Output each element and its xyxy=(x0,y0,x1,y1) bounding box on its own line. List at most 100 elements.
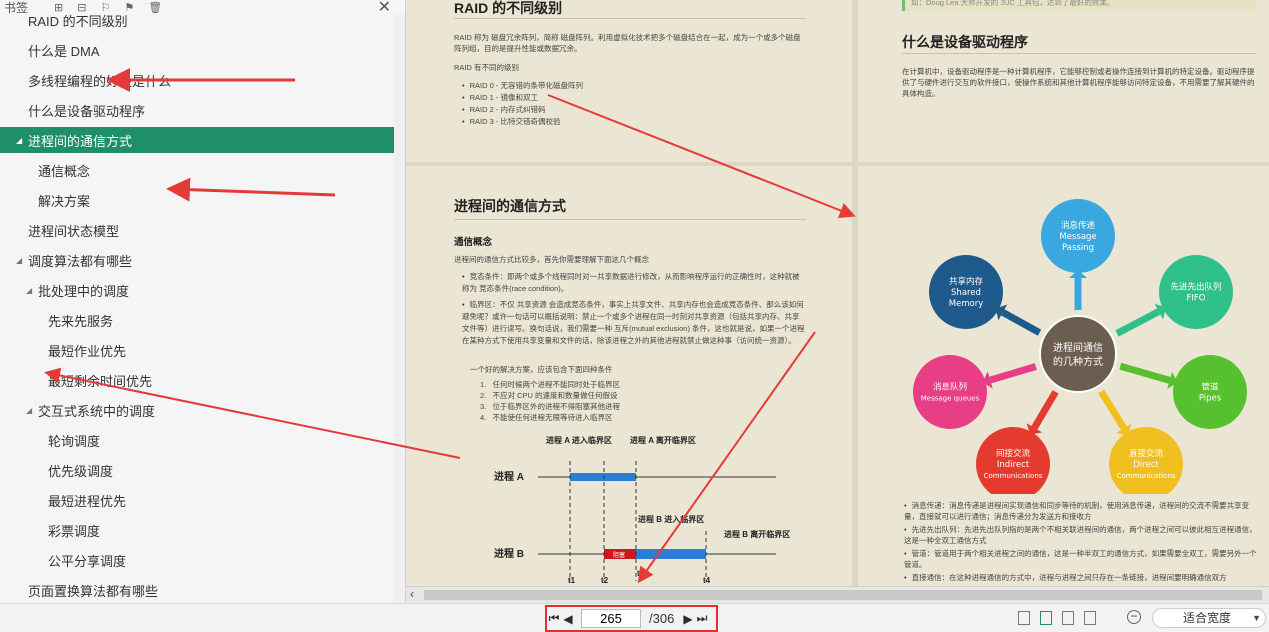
continuous-icon[interactable] xyxy=(1062,611,1074,625)
bookmark-flag-icon[interactable]: ⚐ xyxy=(100,1,110,14)
sidebar-item[interactable]: 最短剩余时间优先 xyxy=(0,367,394,393)
diagram-node-label: Direct xyxy=(1133,460,1159,470)
sidebar-item[interactable]: 进程间状态模型 xyxy=(0,217,394,243)
book-mode-icon[interactable] xyxy=(1084,611,1096,625)
sidebar-item-label: 轮询调度 xyxy=(48,433,101,449)
bookmark-edit-icon[interactable]: ⚑ xyxy=(124,1,134,14)
diagram-node-label: 管道 xyxy=(1201,382,1219,393)
sidebar-item[interactable]: 先来先服务 xyxy=(0,307,394,333)
condition-3: 位于临界区外的进程不得阻塞其他进程 xyxy=(492,402,621,411)
diagram-node-label: 共享内存 xyxy=(949,276,984,287)
raid-levels-caption: RAID 有不同的级别 xyxy=(454,63,520,72)
diagram-arrow xyxy=(989,363,1037,384)
diagram-node-label: 消息传递 xyxy=(1061,220,1096,231)
sidebar-item[interactable]: 什么是 DMA xyxy=(0,37,394,63)
sidebar-item-label: 什么是设备驱动程序 xyxy=(28,103,146,119)
page-number-input[interactable] xyxy=(581,609,641,628)
condition-1: 任何时候两个进程不能同时处于临界区 xyxy=(492,380,621,389)
scroll-left-icon[interactable]: ‹ xyxy=(410,587,414,601)
diagram-arrow xyxy=(1001,309,1042,336)
document-view[interactable]: RAID 的不同级别 RAID 称为 磁盘冗余阵列，简称 磁盘阵列。利用虚拟化技… xyxy=(406,0,1269,586)
ipc-intro: 进程间的通信方式比较多，首先你需要理解下面这几个概念 xyxy=(454,255,649,264)
pdf-reader-app: RAID 的不同级别 什么是 DMA 多线程编程的好处是什么 什么是设备驱动程序 ◢ 进程… xyxy=(0,0,1269,632)
dual-page-icon[interactable] xyxy=(1040,611,1052,625)
conditions-list: 1. 任何时候两个进程不能同时处于临界区 2. 不应对 CPU 的速度和数量做任… xyxy=(480,380,621,422)
sidebar-item[interactable]: 解决方案 xyxy=(0,187,394,213)
sidebar-item-label: 公平分享调度 xyxy=(48,553,127,569)
sidebar-item[interactable]: 多线程编程的好处是什么 xyxy=(0,67,394,93)
diagram-node-label: 先进先出队列 xyxy=(1170,282,1221,293)
prev-page-icon[interactable]: ◀ xyxy=(561,612,575,626)
sidebar-item-label: 先来先服务 xyxy=(48,313,114,329)
horizontal-scrollbar[interactable]: ‹ xyxy=(406,586,1269,603)
sidebar-item[interactable]: ◢ 进程间的通信方式 xyxy=(0,127,394,153)
page-ipc: 进程间的通信方式 通信概念 进程间的通信方式比较多，首先你需要理解下面这几个概念… xyxy=(406,166,852,586)
sidebar-item[interactable]: 通信概念 xyxy=(0,157,394,183)
scroll-thumb[interactable] xyxy=(424,590,1262,600)
blocked-label: 阻塞 xyxy=(613,551,625,559)
sidebar-item-label: 最短剩余时间优先 xyxy=(48,373,153,389)
b-leave-label: 进程 B 离开临界区 xyxy=(724,529,790,539)
ipc-title: 进程间的通信方式 xyxy=(454,198,566,214)
sidebar-item-label: 批处理中的调度 xyxy=(38,283,130,299)
sidebar-item[interactable]: 优先级调度 xyxy=(0,457,394,483)
list-item: 消息传递：消息传递是进程间实现通信和同步等待的机制，使用消息传递，进程间的交流不… xyxy=(904,500,1260,522)
last-page-icon[interactable]: ⏭ xyxy=(695,611,709,626)
a-leave-label: 进程 A 离开临界区 xyxy=(630,435,696,445)
next-page-icon[interactable]: ▶ xyxy=(681,612,695,626)
sidebar-item[interactable]: 页面置换算法都有哪些 xyxy=(0,577,394,603)
sidebar-item-label: 解决方案 xyxy=(38,193,91,209)
add-bookmark-icon[interactable]: ⊞ xyxy=(54,1,63,14)
sidebar-item[interactable]: 最短作业优先 xyxy=(0,337,394,363)
sidebar-item[interactable]: ◢ 调度算法都有哪些 xyxy=(0,247,394,273)
sidebar-item-label: 交互式系统中的调度 xyxy=(38,403,156,419)
tick-t2: t2 xyxy=(601,576,609,585)
page-raid: RAID 的不同级别 RAID 称为 磁盘冗余阵列，简称 磁盘阵列。利用虚拟化技… xyxy=(406,0,852,162)
collapse-icon[interactable]: ⊟ xyxy=(77,1,86,14)
list-item: RAID 1 - 镜像和双工 xyxy=(462,92,583,104)
sidebar-item-label: 调度算法都有哪些 xyxy=(28,253,133,269)
first-page-icon[interactable]: ⏮ xyxy=(547,611,561,626)
sidebar-item[interactable]: 公平分享调度 xyxy=(0,547,394,573)
sidebar-item[interactable]: ◢ 交互式系统中的调度 xyxy=(0,397,394,423)
sidebar-item[interactable]: 彩票调度 xyxy=(0,517,394,543)
page-diagram: 消息传递 Message Passing 先进先出队列 FIFO 管道 Pipes 直接交流 D… xyxy=(858,166,1269,586)
sidebar-item[interactable]: 轮询调度 xyxy=(0,427,394,453)
bookmark-header: 书签 ⊞ ⊟ ⚐ ⚑ 🗑 ✕ xyxy=(0,0,405,17)
sidebar-item[interactable]: 最短进程优先 xyxy=(0,487,394,513)
zoom-out-icon[interactable]: − xyxy=(1127,610,1141,624)
diagram-node-label: Pipes xyxy=(1199,394,1222,404)
diagram-center-label: 的几种方式 xyxy=(1053,355,1103,368)
delete-icon[interactable]: 🗑 xyxy=(148,1,162,14)
expand-triangle-icon[interactable]: ◢ xyxy=(26,406,38,415)
chevron-down-icon: ▼ xyxy=(1252,613,1261,623)
diagram-node-label: 消息队列 xyxy=(933,382,967,393)
sidebar-item-label: 多线程编程的好处是什么 xyxy=(28,73,172,89)
single-page-icon[interactable] xyxy=(1018,611,1030,625)
sidebar-item[interactable]: 什么是设备驱动程序 xyxy=(0,97,394,123)
critical-section-timeline: 进程 A 进入临界区 进程 A 离开临界区 进程 A 进程 B 进入临界区 进程… xyxy=(494,435,790,585)
list-item: RAID 2 - 内存式纠错码 xyxy=(462,104,583,116)
ipc-concepts: 竞态条件：即两个或多个线程同时对一共享数据进行修改，从而影响程序运行的正确性时，… xyxy=(462,271,806,347)
expand-triangle-icon[interactable]: ◢ xyxy=(16,136,28,145)
expand-triangle-icon[interactable]: ◢ xyxy=(26,286,38,295)
sidebar-item-label: 页面置换算法都有哪些 xyxy=(28,583,159,599)
diagram-node-label: 间接交流 xyxy=(996,448,1031,459)
sidebar-scrollbar[interactable] xyxy=(394,14,405,603)
process-a-label: 进程 A xyxy=(494,470,524,483)
diagram-arrow xyxy=(1115,308,1161,337)
bookmark-title: 书签 xyxy=(4,0,29,15)
sidebar-item-label: 通信概念 xyxy=(38,163,91,179)
ipc-methods-diagram: 消息传递MessagePassing 先进先出队列FIFO 管道Pipes 直接交流D… xyxy=(913,199,1247,494)
expand-triangle-icon[interactable]: ◢ xyxy=(16,256,28,265)
condition-4: 不能使任何进程无限等待进入临界区 xyxy=(492,413,613,422)
condition-2: 不应对 CPU 的速度和数量做任何假设 xyxy=(492,391,618,400)
diagram-node-label: Message queues xyxy=(921,395,980,403)
list-item: 竞态条件：即两个或多个线程同时对一共享数据进行修改，从而影响程序运行的正确性时，… xyxy=(462,271,806,295)
zoom-select[interactable]: 适合宽度 ▼ xyxy=(1152,608,1266,628)
diagram-node-label: FIFO xyxy=(1187,294,1206,304)
sidebar-item[interactable]: ◢ 批处理中的调度 xyxy=(0,277,394,303)
close-icon[interactable]: ✕ xyxy=(378,0,391,17)
divider xyxy=(454,219,806,220)
sidebar-item-label: 进程间状态模型 xyxy=(28,223,120,239)
